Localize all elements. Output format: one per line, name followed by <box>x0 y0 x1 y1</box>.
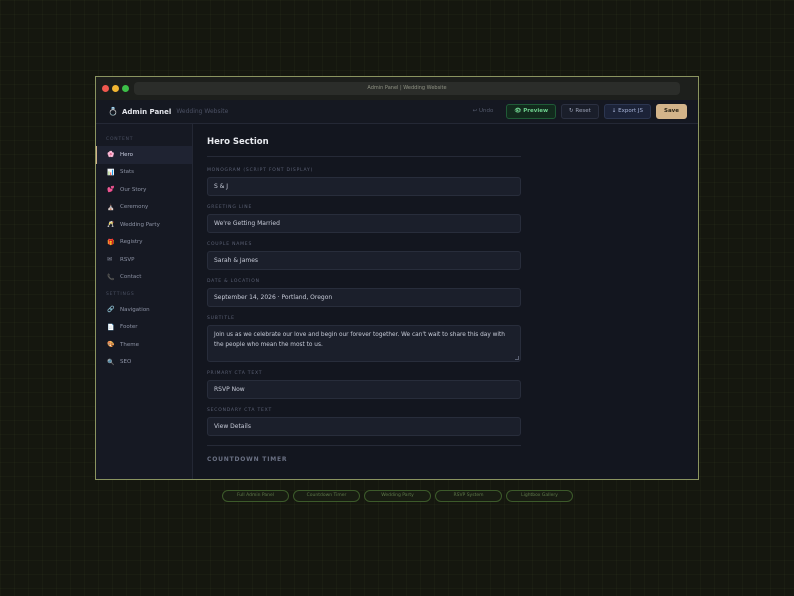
sidebar-item-stats[interactable]: 📊 Stats <box>96 164 192 182</box>
sidebar-item-label: Contact <box>120 274 142 281</box>
feature-pill[interactable]: Lightbox Gallery <box>506 490 573 502</box>
admin-body: CONTENT 🌸 Hero 📊 Stats 💕 Our Story ⛪ Cer… <box>96 124 698 479</box>
sidebar-item-registry[interactable]: 🎁 Registry <box>96 234 192 252</box>
subtitle-text: Join us as we celebrate our love and beg… <box>214 332 505 348</box>
sidebar-item-label: SEO <box>120 359 132 366</box>
sidebar-item-label: Registry <box>120 239 143 246</box>
brand-subtitle: Wedding Website <box>176 108 229 115</box>
resize-handle[interactable] <box>515 356 519 360</box>
sidebar-item-wedding-party[interactable]: 🥂 Wedding Party <box>96 216 192 234</box>
field-label: DATE & LOCATION <box>207 279 260 284</box>
feature-pill[interactable]: RSVP System <box>435 490 502 502</box>
title-bar: Admin Panel | Wedding Website <box>96 77 698 100</box>
field-primary-cta: PRIMARY CTA TEXT RSVP Now <box>207 371 698 399</box>
flower-icon: 🌸 <box>107 151 115 159</box>
field-label: SUBTITLE <box>207 316 235 321</box>
monogram-input[interactable]: S & J <box>207 177 521 196</box>
chart-icon: 📊 <box>107 168 115 176</box>
sidebar-item-label: Footer <box>120 324 138 331</box>
divider <box>207 445 521 446</box>
field-label: SECONDARY CTA TEXT <box>207 408 273 413</box>
export-js-button[interactable]: ↓ Export JS <box>603 104 651 119</box>
sidebar-item-seo[interactable]: 🔍 SEO <box>96 354 192 372</box>
close-window-button[interactable] <box>102 85 109 92</box>
feature-pill[interactable]: Countdown Timer <box>293 490 360 502</box>
greeting-input[interactable]: We're Getting Married <box>207 214 521 233</box>
sidebar-item-label: Our Story <box>120 186 147 193</box>
brand-title: Admin Panel <box>121 107 172 116</box>
sidebar-item-label: Wedding Party <box>120 221 160 228</box>
sidebar-item-footer[interactable]: 📄 Footer <box>96 319 192 337</box>
sidebar: CONTENT 🌸 Hero 📊 Stats 💕 Our Story ⛪ Cer… <box>96 124 193 479</box>
url-bar[interactable]: Admin Panel | Wedding Website <box>134 82 680 95</box>
sidebar-item-ceremony[interactable]: ⛪ Ceremony <box>96 199 192 217</box>
palette-icon: 🎨 <box>107 341 115 349</box>
sidebar-item-rsvp[interactable]: ✉ RSVP <box>96 251 192 269</box>
field-label: GREETING LINE <box>207 205 253 210</box>
countdown-section-heading: COUNTDOWN TIMER <box>207 456 288 463</box>
admin-header: 💍 Admin Panel Wedding Website ↩ Undo 👁 P… <box>96 100 698 124</box>
sidebar-item-label: Theme <box>120 341 139 348</box>
save-button[interactable]: Save <box>656 104 687 119</box>
phone-icon: 📞 <box>107 273 115 281</box>
sidebar-item-theme[interactable]: 🎨 Theme <box>96 336 192 354</box>
document-icon: 📄 <box>107 323 115 331</box>
sidebar-item-contact[interactable]: 📞 Contact <box>96 269 192 287</box>
primary-cta-input[interactable]: RSVP Now <box>207 380 521 399</box>
sidebar-item-hero[interactable]: 🌸 Hero <box>96 146 192 164</box>
sidebar-item-our-story[interactable]: 💕 Our Story <box>96 181 192 199</box>
field-subtitle: SUBTITLE Join us as we celebrate our lov… <box>207 316 698 362</box>
sidebar-item-label: Navigation <box>120 306 150 313</box>
maximize-window-button[interactable] <box>122 85 129 92</box>
date-location-input[interactable]: September 14, 2026 · Portland, Oregon <box>207 288 521 307</box>
editor-panel: Hero Section MONOGRAM (SCRIPT FONT DISPL… <box>193 124 698 479</box>
field-label: COUPLE NAMES <box>207 242 253 247</box>
hearts-icon: 💕 <box>107 186 115 194</box>
sidebar-section-content: CONTENT <box>106 137 134 142</box>
secondary-cta-input[interactable]: View Details <box>207 417 521 436</box>
gift-icon: 🎁 <box>107 238 115 246</box>
sidebar-item-label: Ceremony <box>120 204 149 211</box>
sidebar-item-label: RSVP <box>120 256 135 263</box>
sidebar-section-settings: SETTINGS <box>106 292 135 297</box>
sidebar-item-navigation[interactable]: 🔗 Navigation <box>96 301 192 319</box>
toast-icon: 🥂 <box>107 221 115 229</box>
page-title: Hero Section <box>207 137 269 147</box>
minimize-window-button[interactable] <box>112 85 119 92</box>
browser-window: Admin Panel | Wedding Website 💍 Admin Pa… <box>95 76 699 480</box>
field-secondary-cta: SECONDARY CTA TEXT View Details <box>207 408 698 436</box>
field-greeting: GREETING LINE We're Getting Married <box>207 205 698 233</box>
field-monogram: MONOGRAM (SCRIPT FONT DISPLAY) S & J <box>207 168 698 196</box>
feature-pills: Full Admin Panel Countdown Timer Wedding… <box>222 490 577 502</box>
feature-pill[interactable]: Wedding Party <box>364 490 431 502</box>
divider <box>207 156 521 157</box>
envelope-icon: ✉ <box>107 256 113 264</box>
preview-button[interactable]: 👁 Preview <box>506 104 557 119</box>
undo-button[interactable]: ↩ Undo <box>465 104 502 119</box>
couple-names-input[interactable]: Sarah & James <box>207 251 521 270</box>
sidebar-item-label: Stats <box>120 169 135 176</box>
header-actions: ↩ Undo 👁 Preview ↻ Reset ↓ Export JS Sav… <box>460 104 687 119</box>
link-icon: 🔗 <box>107 306 115 314</box>
ring-icon: 💍 <box>108 107 118 116</box>
field-label: PRIMARY CTA TEXT <box>207 371 263 376</box>
church-icon: ⛪ <box>107 203 115 211</box>
search-icon: 🔍 <box>107 358 115 366</box>
subtitle-textarea[interactable]: Join us as we celebrate our love and beg… <box>207 325 521 362</box>
sidebar-item-label: Hero <box>120 151 134 158</box>
field-label: MONOGRAM (SCRIPT FONT DISPLAY) <box>207 168 314 173</box>
field-couple-names: COUPLE NAMES Sarah & James <box>207 242 698 270</box>
feature-pill[interactable]: Full Admin Panel <box>222 490 289 502</box>
field-date-location: DATE & LOCATION September 14, 2026 · Por… <box>207 279 698 307</box>
reset-button[interactable]: ↻ Reset <box>561 104 599 119</box>
